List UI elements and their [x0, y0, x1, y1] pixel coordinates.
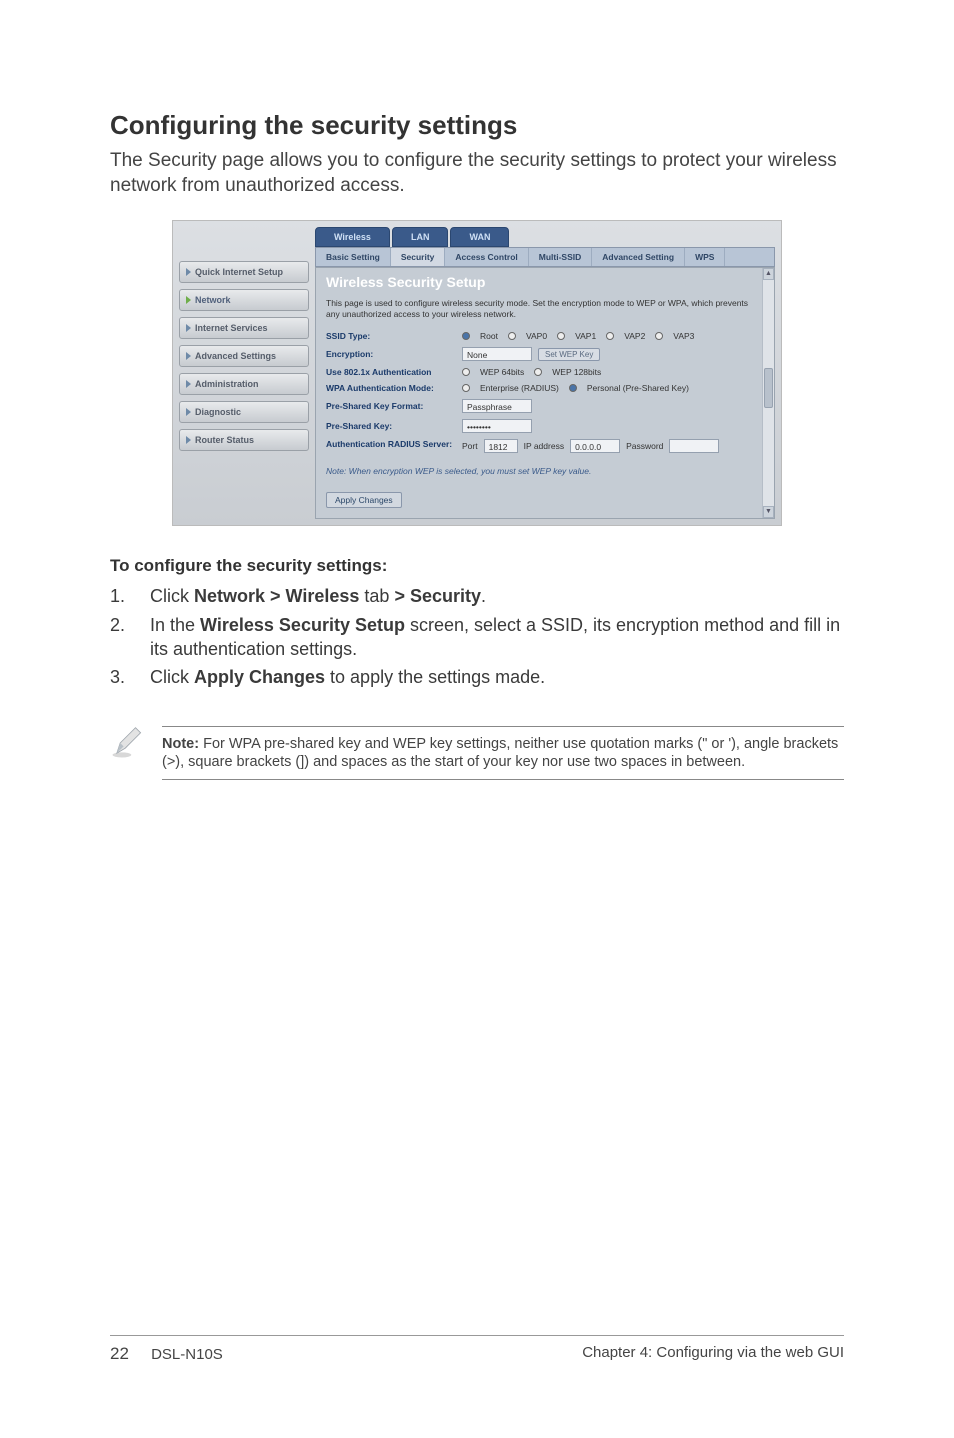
radius-ip-input[interactable]: 0.0.0.0: [570, 439, 620, 453]
step-1: 1. Click Network > Wireless tab > Securi…: [110, 584, 844, 608]
page-footer: 22 DSL-N10S Chapter 4: Configuring via t…: [110, 1335, 844, 1364]
subtab-access-control[interactable]: Access Control: [445, 248, 528, 266]
router-ui-screenshot: Quick Internet Setup Network Internet Se…: [172, 220, 782, 526]
subtab-advanced[interactable]: Advanced Setting: [592, 248, 685, 266]
psk-label: Pre-Shared Key:: [326, 421, 456, 431]
chevron-right-icon: [186, 268, 191, 276]
content-box: Wireless Security Setup This page is use…: [315, 267, 775, 519]
scroll-thumb[interactable]: [764, 368, 773, 408]
note-label: Note:: [162, 736, 199, 752]
radio-icon[interactable]: [462, 368, 470, 376]
scroll-down-icon[interactable]: ▼: [763, 506, 774, 518]
sidebar-item-internet-services[interactable]: Internet Services: [179, 317, 309, 339]
set-wep-key-button[interactable]: Set WEP Key: [538, 348, 600, 361]
main-panel: Wireless LAN WAN Basic Setting Security …: [311, 221, 781, 525]
psk-format-label: Pre-Shared Key Format:: [326, 401, 456, 411]
subtab-security[interactable]: Security: [391, 248, 446, 266]
note-text: For WPA pre-shared key and WEP key setti…: [162, 736, 838, 770]
sidebar: Quick Internet Setup Network Internet Se…: [173, 221, 311, 525]
chevron-right-icon: [186, 380, 191, 388]
radius-port-input[interactable]: 1812: [484, 439, 518, 453]
subtab-basic[interactable]: Basic Setting: [316, 248, 391, 266]
radius-password-input[interactable]: [669, 439, 719, 453]
psk-format-select[interactable]: Passphrase: [462, 399, 532, 413]
note-block: Note: For WPA pre-shared key and WEP key…: [110, 726, 844, 780]
radio-icon[interactable]: [534, 368, 542, 376]
pencil-icon: [110, 726, 144, 765]
page-number: 22: [110, 1344, 129, 1363]
chapter-label: Chapter 4: Configuring via the web GUI: [582, 1344, 844, 1364]
sidebar-item-diagnostic[interactable]: Diagnostic: [179, 401, 309, 423]
psk-input[interactable]: ••••••••: [462, 419, 532, 433]
top-tabs: Wireless LAN WAN: [315, 227, 775, 247]
sub-tabs: Basic Setting Security Access Control Mu…: [315, 247, 775, 267]
scrollbar[interactable]: ▲ ▼: [762, 268, 774, 518]
model-name: DSL-N10S: [151, 1346, 223, 1363]
radio-icon[interactable]: [606, 332, 614, 340]
intro-text: The Security page allows you to configur…: [110, 149, 844, 198]
sidebar-item-quick-setup[interactable]: Quick Internet Setup: [179, 261, 309, 283]
encryption-label: Encryption:: [326, 349, 456, 359]
apply-changes-button[interactable]: Apply Changes: [326, 492, 402, 508]
section-title: Wireless Security Setup: [316, 268, 774, 296]
auth-radius-label: Authentication RADIUS Server:: [326, 439, 456, 449]
sidebar-item-advanced-settings[interactable]: Advanced Settings: [179, 345, 309, 367]
ssid-type-label: SSID Type:: [326, 331, 456, 341]
step-3: 3. Click Apply Changes to apply the sett…: [110, 665, 844, 689]
sidebar-item-router-status[interactable]: Router Status: [179, 429, 309, 451]
chevron-right-icon: [186, 324, 191, 332]
wpa-auth-label: WPA Authentication Mode:: [326, 383, 456, 393]
sidebar-item-administration[interactable]: Administration: [179, 373, 309, 395]
tab-wireless[interactable]: Wireless: [315, 227, 390, 247]
subtab-multi-ssid[interactable]: Multi-SSID: [529, 248, 593, 266]
use-8021x-label: Use 802.1x Authentication: [326, 367, 456, 377]
chevron-right-icon: [186, 436, 191, 444]
instructions: To configure the security settings: 1. C…: [110, 556, 844, 689]
radio-icon[interactable]: [569, 384, 577, 392]
tab-wan[interactable]: WAN: [450, 227, 509, 247]
step-2: 2. In the Wireless Security Setup screen…: [110, 613, 844, 662]
subtab-wps[interactable]: WPS: [685, 248, 725, 266]
chevron-right-icon: [186, 296, 191, 304]
page-heading: Configuring the security settings: [110, 110, 844, 141]
radio-icon[interactable]: [508, 332, 516, 340]
wep-note: Note: When encryption WEP is selected, y…: [316, 456, 774, 486]
encryption-select[interactable]: None: [462, 347, 532, 361]
radio-icon[interactable]: [462, 332, 470, 340]
radio-icon[interactable]: [462, 384, 470, 392]
tab-lan[interactable]: LAN: [392, 227, 449, 247]
radio-icon[interactable]: [557, 332, 565, 340]
ssid-type-radios[interactable]: Root VAP0 VAP1 VAP2 VAP3: [462, 331, 694, 341]
chevron-right-icon: [186, 352, 191, 360]
sidebar-item-network[interactable]: Network: [179, 289, 309, 311]
instructions-title: To configure the security settings:: [110, 556, 844, 576]
radio-icon[interactable]: [655, 332, 663, 340]
chevron-right-icon: [186, 408, 191, 416]
scroll-up-icon[interactable]: ▲: [763, 268, 774, 280]
section-desc: This page is used to configure wireless …: [316, 296, 774, 328]
